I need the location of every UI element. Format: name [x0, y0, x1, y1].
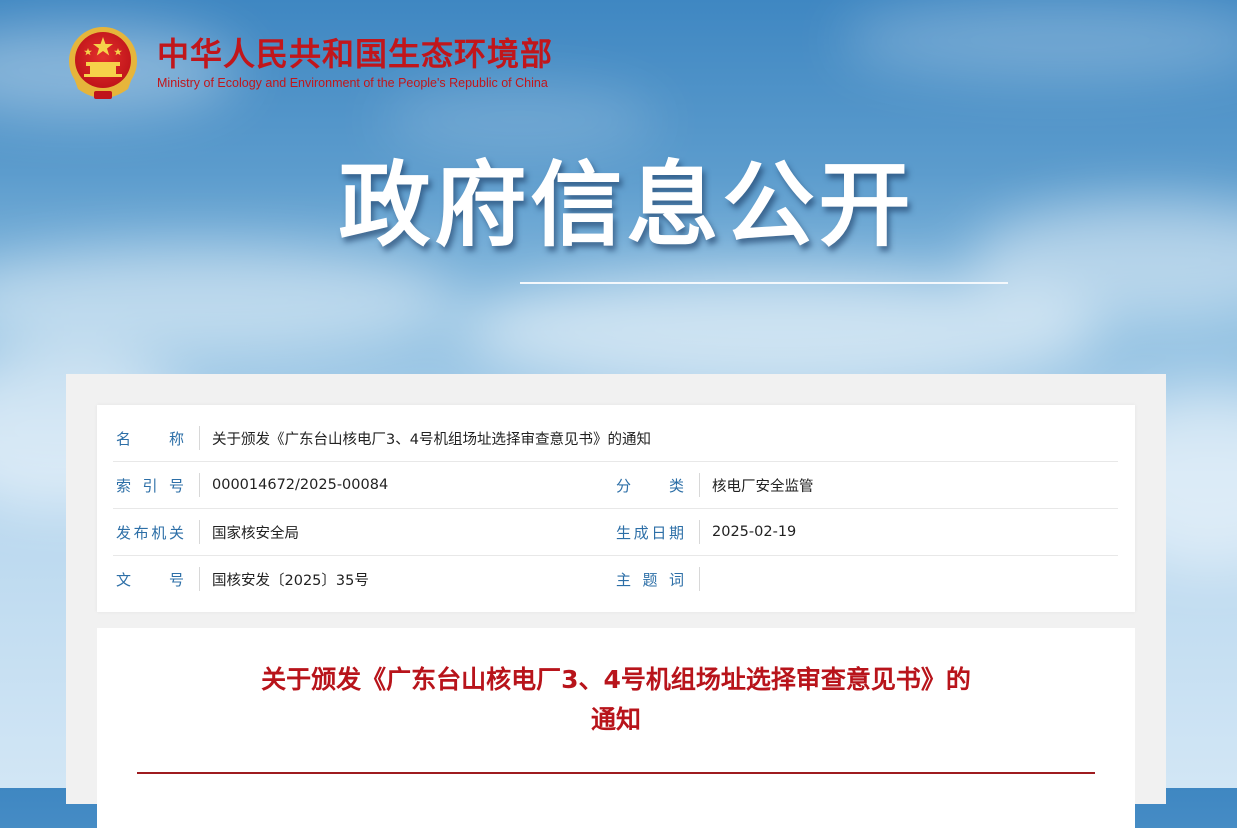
divider	[699, 473, 700, 497]
metadata-row-index: 索引号 000014672/2025-00084 分类 核电厂安全监管	[113, 462, 1118, 509]
divider	[199, 426, 200, 450]
label-text: 分类	[616, 476, 684, 495]
name-value: 关于颁发《广东台山核电厂3、4号机组场址选择审查意见书》的通知	[212, 431, 651, 448]
label-text: 主题词	[616, 570, 684, 589]
label-text: 索引号	[116, 476, 184, 495]
hero-banner: 政府信息公开	[0, 150, 1237, 262]
document-title: 关于颁发《广东台山核电厂3、4号机组场址选择审查意见书》的 通知	[137, 660, 1095, 740]
hero-divider	[520, 282, 1008, 284]
keywords-label: 主题词	[616, 569, 684, 590]
label-text: 发布机关	[116, 523, 184, 542]
index-value: 000014672/2025-00084	[212, 477, 389, 493]
metadata-table: 名称 关于颁发《广东台山核电厂3、4号机组场址选择审查意见书》的通知 索引号 0…	[97, 405, 1135, 612]
document-title-line-1: 关于颁发《广东台山核电厂3、4号机组场址选择审查意见书》的	[261, 665, 971, 694]
national-emblem-icon[interactable]	[66, 23, 140, 103]
divider	[199, 520, 200, 544]
date-label: 生成日期	[616, 522, 684, 543]
issuer-label: 发布机关	[116, 522, 184, 543]
name-label: 名称	[116, 428, 184, 449]
category-label: 分类	[616, 475, 684, 496]
divider	[699, 567, 700, 591]
metadata-row-docno: 文号 国核安发〔2025〕35号 主题词	[113, 556, 1118, 602]
document-title-line-2: 通知	[590, 705, 641, 734]
content-frame: 名称 关于颁发《广东台山核电厂3、4号机组场址选择审查意见书》的通知 索引号 0…	[66, 374, 1166, 828]
date-value: 2025-02-19	[712, 524, 797, 540]
divider	[199, 567, 200, 591]
divider	[699, 520, 700, 544]
metadata-row-name: 名称 关于颁发《广东台山核电厂3、4号机组场址选择审查意见书》的通知	[113, 415, 1118, 462]
site-header: 中华人民共和国生态环境部 Ministry of Ecology and Env…	[66, 22, 553, 104]
issuer-value: 国家核安全局	[212, 525, 299, 542]
docno-value: 国核安发〔2025〕35号	[212, 572, 369, 589]
docno-label: 文号	[116, 569, 184, 590]
divider	[199, 473, 200, 497]
label-text: 文号	[116, 570, 184, 589]
org-name-en: Ministry of Ecology and Environment of t…	[157, 76, 548, 90]
metadata-row-issuer: 发布机关 国家核安全局 生成日期 2025-02-19	[113, 509, 1118, 556]
org-name-cn[interactable]: 中华人民共和国生态环境部	[157, 35, 553, 73]
label-text: 名称	[116, 429, 184, 448]
index-label: 索引号	[116, 475, 184, 496]
page-title: 政府信息公开	[338, 152, 915, 259]
title-underline	[137, 772, 1095, 774]
document-body: 关于颁发《广东台山核电厂3、4号机组场址选择审查意见书》的 通知	[97, 628, 1135, 828]
label-text: 生成日期	[616, 523, 684, 542]
category-value: 核电厂安全监管	[712, 478, 814, 495]
